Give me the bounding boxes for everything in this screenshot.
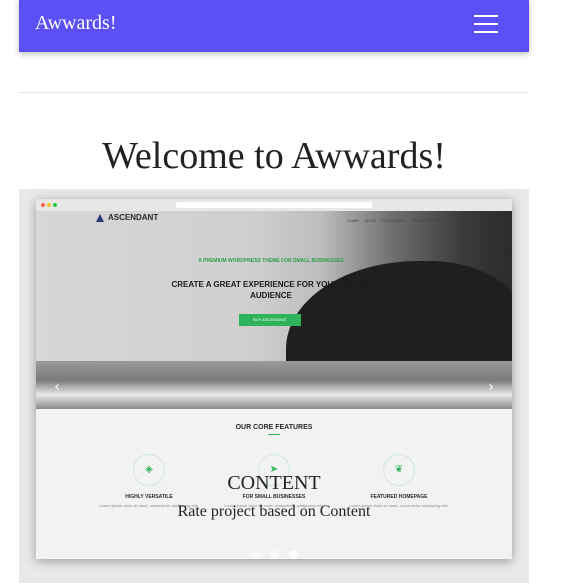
carousel-indicator-1[interactable] xyxy=(250,550,260,559)
carousel-indicators xyxy=(19,546,529,564)
carousel-next-button[interactable]: › xyxy=(481,377,501,397)
carousel-prev-button[interactable]: ‹ xyxy=(47,377,67,397)
carousel-indicator-2[interactable] xyxy=(269,550,279,559)
site-section-title: OUR CORE FEATURES xyxy=(235,424,313,431)
site-cta-button: BUY ASCENDANT xyxy=(239,314,301,326)
brand-link[interactable]: Awwards! xyxy=(35,12,116,35)
site-nav-item: HOME xyxy=(347,218,359,223)
carousel-indicator-3[interactable] xyxy=(288,550,298,559)
hero-image xyxy=(36,211,512,409)
url-bar xyxy=(176,202,372,208)
navbar: Awwards! xyxy=(19,0,529,52)
close-dot-icon xyxy=(41,203,45,207)
site-nav-item: FEATURES ⌄ xyxy=(381,218,407,223)
minimize-dot-icon xyxy=(47,203,51,207)
maximize-dot-icon xyxy=(53,203,57,207)
site-nav-item: BLOG xyxy=(365,218,377,223)
hamburger-menu-icon[interactable] xyxy=(465,8,507,42)
carousel-caption: CONTENT Rate project based on Content xyxy=(19,472,529,521)
site-tagline: A PREMIUM WORDPRESS THEME FOR SMALL BUSI… xyxy=(198,258,344,264)
site-headline: CREATE A GREAT EXPERIENCE FOR YOUR DREAM… xyxy=(171,280,371,300)
browser-bar xyxy=(36,199,512,211)
chevron-left-icon: ‹ xyxy=(54,379,60,395)
caption-text: Rate project based on Content xyxy=(177,503,371,520)
carousel: ASCENDANT HOME BLOG FEATURES ⌄ PAGE TEMP… xyxy=(19,189,529,583)
ascendant-logo-icon xyxy=(96,214,104,222)
chevron-right-icon: › xyxy=(488,379,494,395)
caption-title: CONTENT xyxy=(227,472,321,494)
sea-shape xyxy=(36,361,512,409)
divider xyxy=(19,92,529,93)
section-underline xyxy=(268,434,280,435)
site-nav-item: PAGE TEMPLATES ⌄ xyxy=(412,218,452,223)
page-title: Welcome to Awwards! xyxy=(102,135,446,177)
site-logo: ASCENDANT xyxy=(108,213,159,222)
